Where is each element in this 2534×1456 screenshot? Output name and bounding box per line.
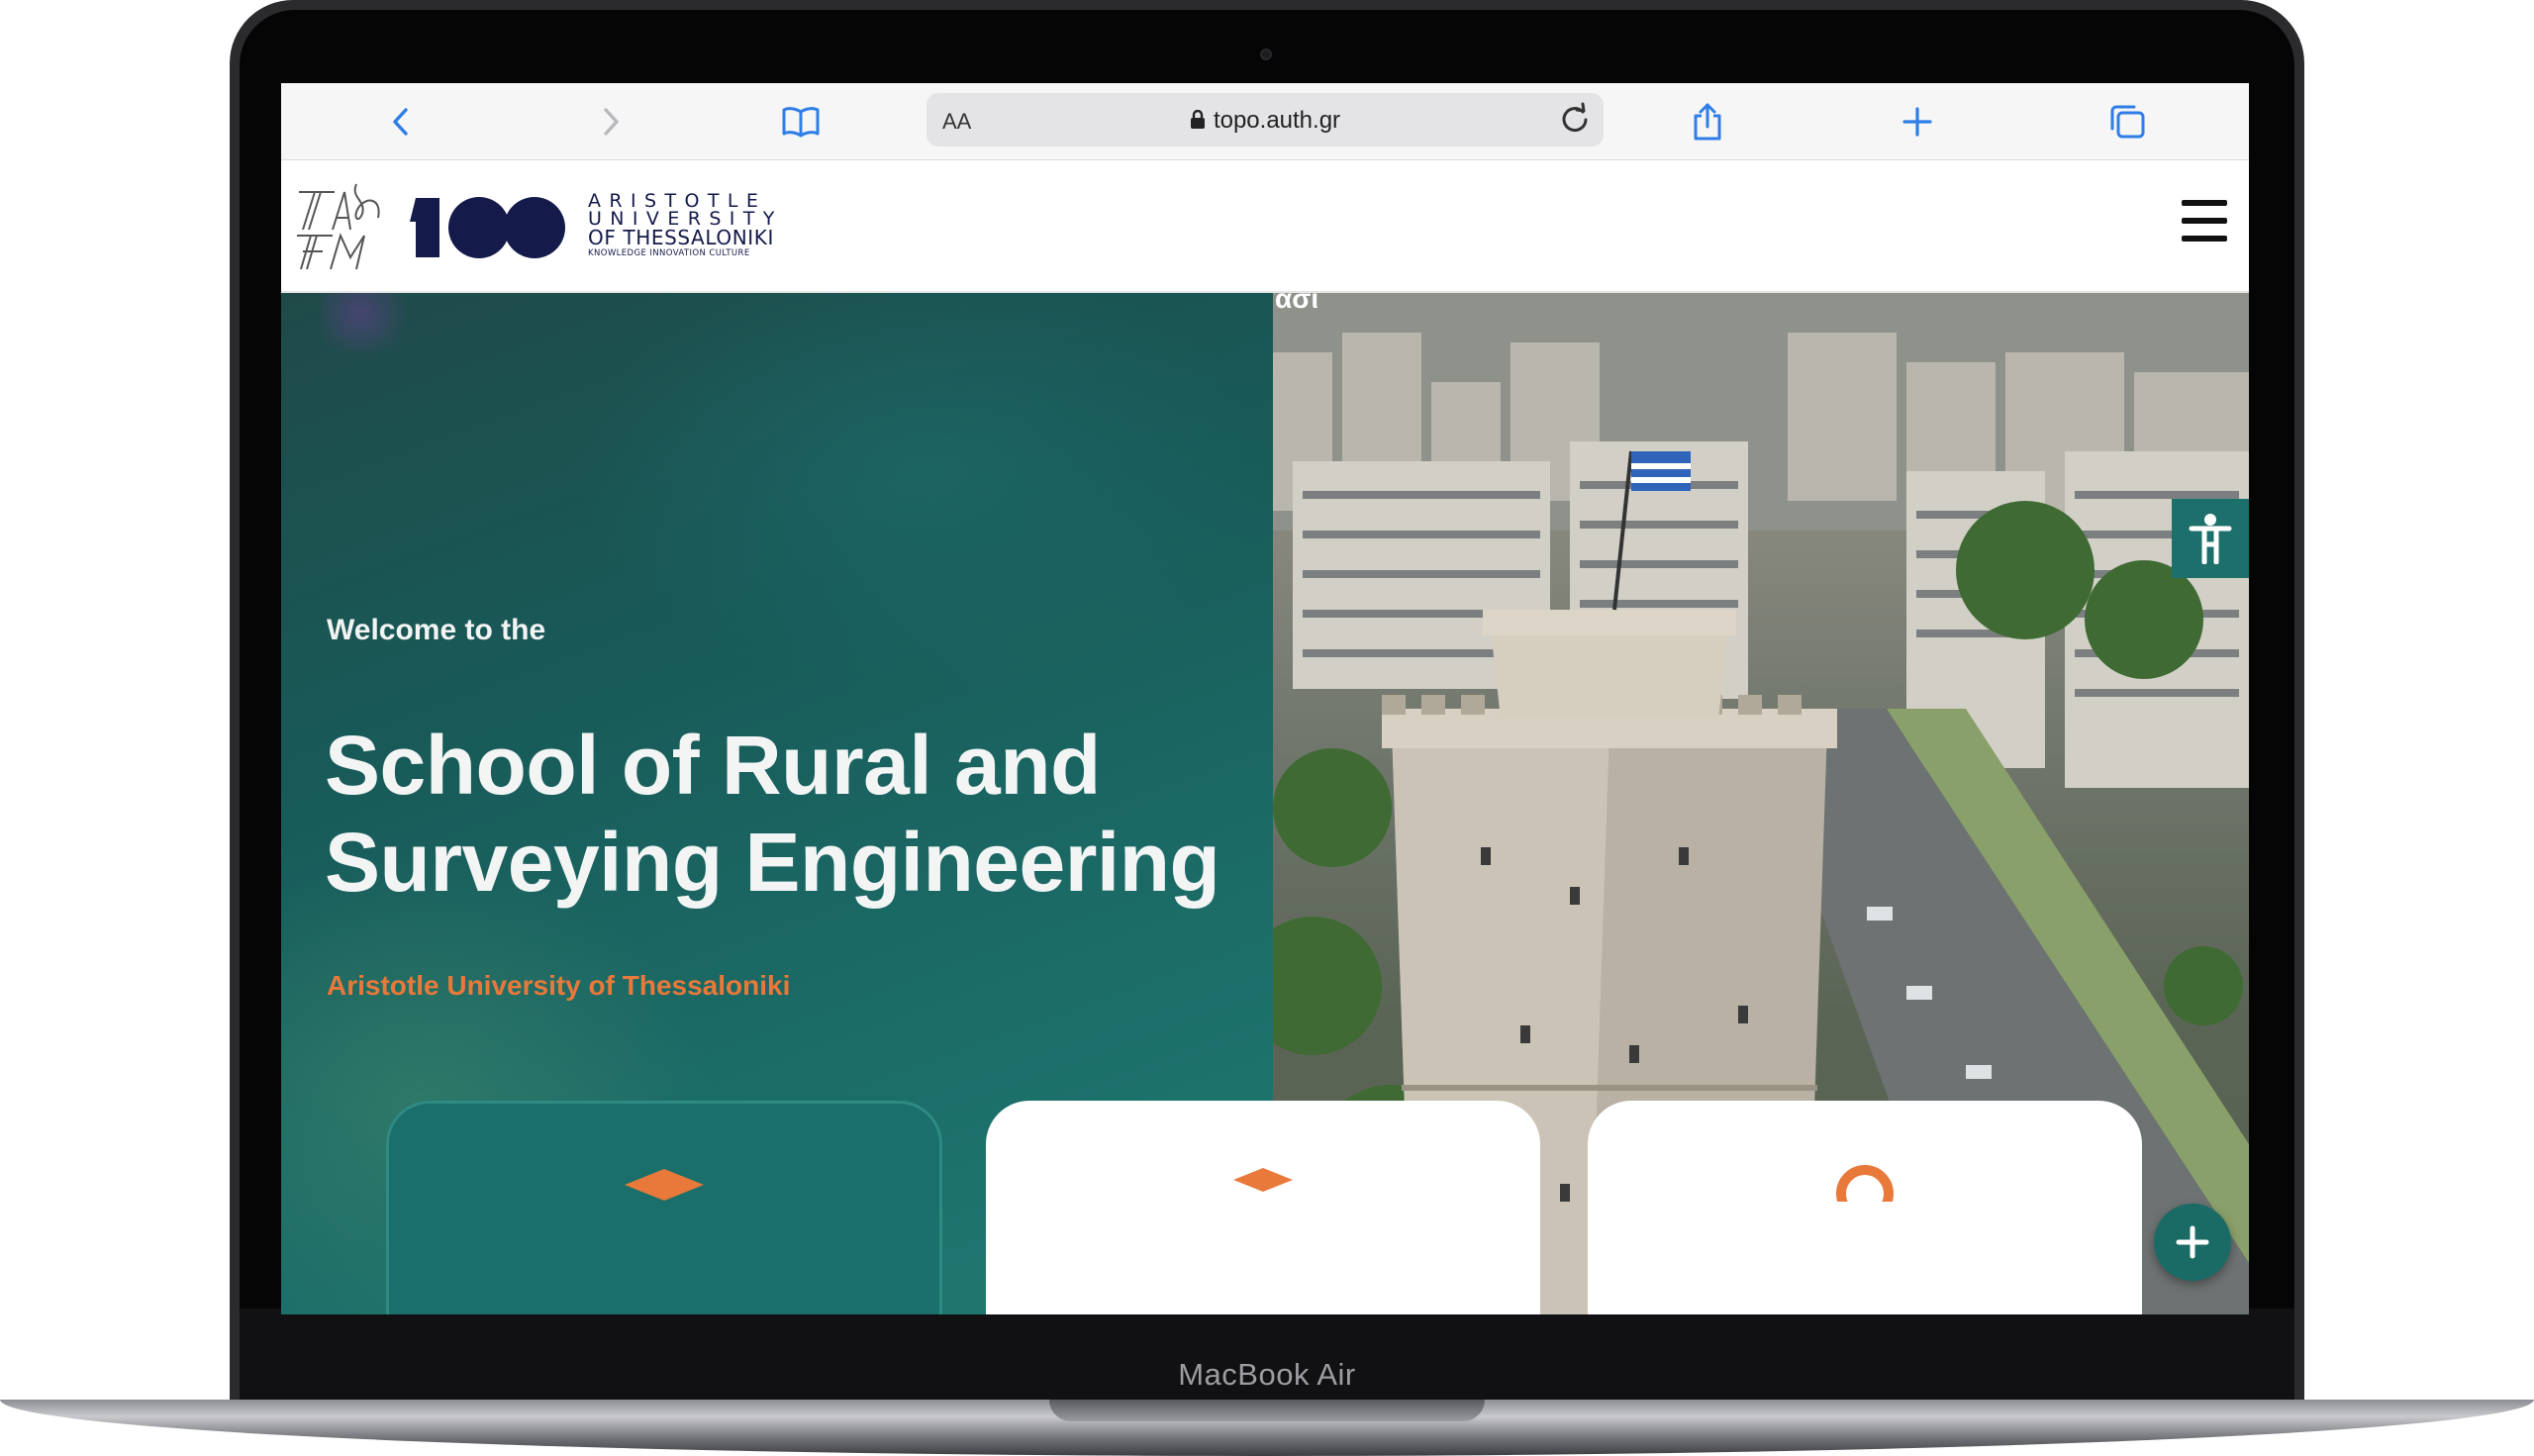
url-text: topo.auth.gr	[1213, 107, 1341, 134]
reload-icon[interactable]	[1556, 101, 1594, 139]
site-header: ARISTOTLE UNIVERSITY OF THESSALONIKI KNO…	[281, 160, 2249, 293]
hero-welcome: Welcome to the	[327, 614, 546, 646]
lock-icon	[1190, 109, 1206, 137]
fab-plus-icon[interactable]	[2154, 1204, 2231, 1281]
faculty-logo[interactable]	[293, 178, 392, 275]
screen: AA topo.auth.gr ARISTOTLE UNIVERSITY OF …	[281, 83, 2249, 1314]
university-wordmark: ARISTOTLE UNIVERSITY OF THESSALONIKI KNO…	[588, 192, 806, 259]
feature-card-1[interactable]	[386, 1101, 942, 1314]
wordmark-line-3: OF THESSALONIKI	[588, 226, 774, 249]
graduation-icon	[1233, 1162, 1293, 1197]
accessibility-icon[interactable]	[2172, 499, 2249, 578]
feature-card-2[interactable]	[986, 1101, 1540, 1314]
hamburger-menu-icon[interactable]	[2182, 200, 2227, 242]
laptop-notch	[1049, 1400, 1485, 1421]
device-label: MacBook Air	[1178, 1357, 1356, 1392]
chevron-right-icon[interactable]	[584, 95, 637, 148]
tabs-icon[interactable]	[2100, 95, 2154, 148]
feature-card-3[interactable]	[1588, 1101, 2142, 1314]
hero-title: School of Rural and Surveying Engineerin…	[325, 719, 1220, 909]
centenary-logo	[410, 192, 570, 259]
camera-icon	[1260, 49, 1272, 60]
graduation-icon	[625, 1165, 704, 1210]
hero-subtitle: Aristotle University of Thessaloniki	[327, 970, 791, 1001]
address-bar[interactable]: AA topo.auth.gr	[926, 93, 1604, 146]
video-caption: ασι	[1275, 293, 1319, 314]
location-icon	[1833, 1162, 1897, 1222]
new-tab-icon[interactable]	[1891, 95, 1944, 148]
book-icon[interactable]	[774, 95, 828, 148]
browser-toolbar: AA topo.auth.gr	[281, 83, 2249, 160]
share-icon[interactable]	[1681, 95, 1734, 148]
chevron-left-icon[interactable]	[374, 95, 428, 148]
